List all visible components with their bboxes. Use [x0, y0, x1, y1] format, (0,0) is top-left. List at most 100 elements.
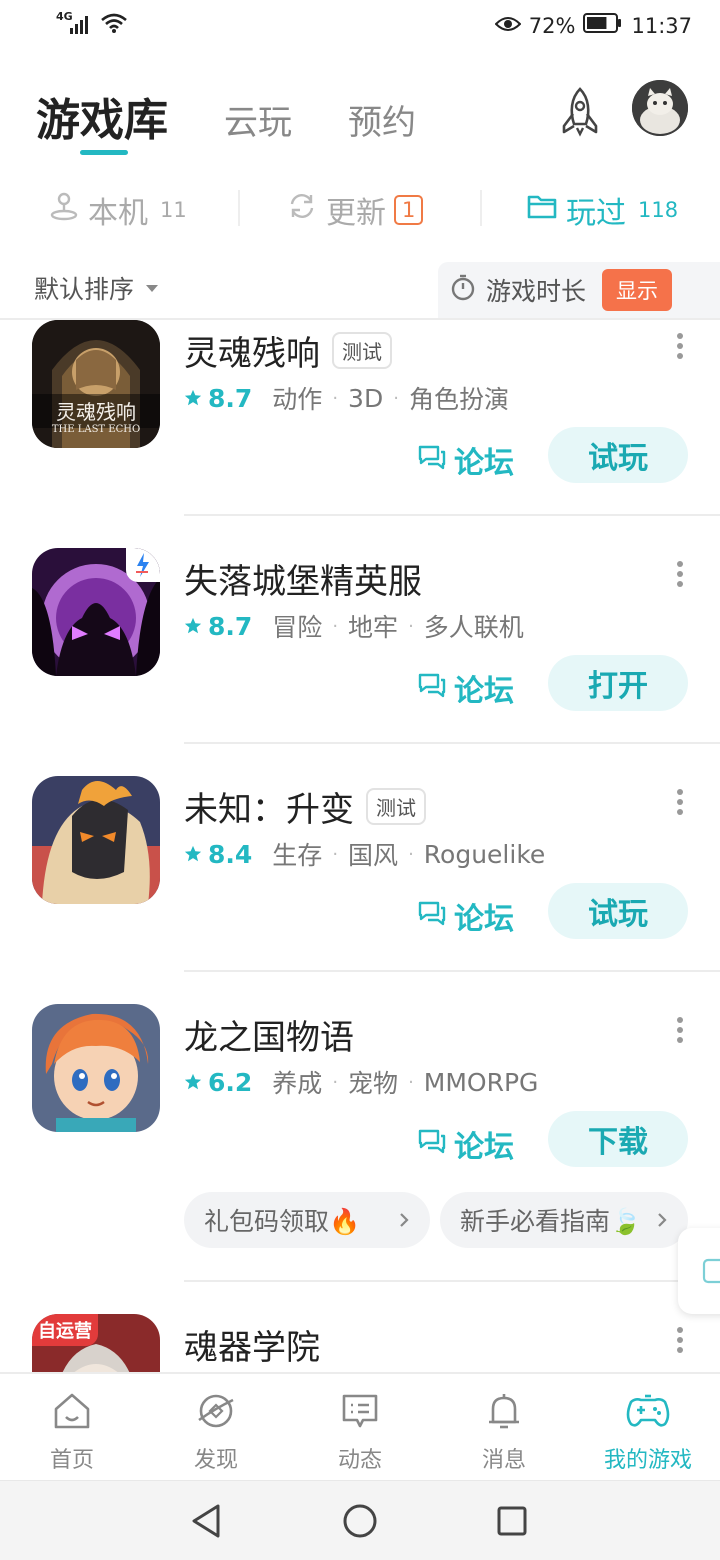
- divider: [480, 190, 482, 226]
- nav-label: 发现: [193, 1448, 238, 1473]
- chevron-right-icon: [656, 1206, 668, 1235]
- beta-tag: 测试: [332, 332, 392, 369]
- back-icon[interactable]: [188, 1503, 224, 1543]
- open-button[interactable]: 打开: [548, 655, 688, 711]
- chat-bubble-icon: [418, 443, 446, 478]
- tab-cloud-play[interactable]: 云玩: [224, 95, 292, 148]
- game-item[interactable]: 龙之国物语 6.2 养成 · 宠物 · MMORPG 论坛 下载 礼包码领取🔥 …: [0, 1004, 720, 1304]
- game-item[interactable]: 失落城堡精英服 8.7 冒险 · 地牢 · 多人联机 论坛 打开: [0, 548, 720, 776]
- nav-discover[interactable]: 发现: [156, 1390, 276, 1474]
- star-icon: [184, 840, 202, 869]
- divider: [184, 742, 720, 744]
- game-title[interactable]: 未知：升变: [184, 782, 354, 831]
- game-item[interactable]: 灵魂残响 THE LAST ECHO 灵魂残响 测试 8.7 动作 · 3D ·…: [0, 320, 720, 548]
- game-title[interactable]: 失落城堡精英服: [184, 554, 422, 603]
- game-title-row: 未知：升变 测试: [184, 782, 426, 831]
- game-title[interactable]: 龙之国物语: [184, 1010, 354, 1059]
- sort-label: 默认排序: [34, 275, 135, 304]
- playtime-label: 游戏时长: [486, 277, 587, 306]
- gift-code-chip[interactable]: 礼包码领取🔥: [184, 1192, 430, 1248]
- user-avatar[interactable]: [632, 80, 688, 136]
- separator-dot: ·: [332, 615, 339, 637]
- divider: [184, 514, 720, 516]
- more-options-icon[interactable]: [672, 788, 688, 816]
- game-icon-title: 灵魂残响: [56, 400, 136, 424]
- floating-side-button[interactable]: [678, 1228, 720, 1314]
- filter-played-count: 118: [638, 198, 679, 222]
- forum-button[interactable]: 论坛: [418, 666, 514, 710]
- wifi-icon: [100, 12, 128, 38]
- genre: 生存: [272, 841, 323, 870]
- filter-update[interactable]: 更新 1: [286, 188, 424, 232]
- beginner-guide-chip[interactable]: 新手必看指南🍃: [440, 1192, 688, 1248]
- more-options-icon[interactable]: [672, 332, 688, 360]
- tab-game-library[interactable]: 游戏库: [36, 84, 168, 148]
- genre: 养成: [272, 1069, 323, 1098]
- separator-dot: ·: [408, 615, 414, 637]
- show-playtime-button[interactable]: 显示: [602, 269, 673, 311]
- genre: 动作: [272, 385, 323, 414]
- chevron-right-icon: [398, 1206, 410, 1235]
- game-title[interactable]: 灵魂残响: [184, 326, 320, 375]
- forum-button[interactable]: 论坛: [418, 1122, 514, 1166]
- tab-reservation[interactable]: 预约: [348, 95, 416, 148]
- game-icon[interactable]: [32, 776, 160, 904]
- discover-icon: [195, 1390, 237, 1438]
- chip-label: 新手必看指南🍃: [460, 1207, 642, 1236]
- game-title[interactable]: 魂器学院: [184, 1320, 320, 1369]
- app-screen: 4G 72% 11:37 游戏库 云玩 预约 本机 11 更新 1 玩过 118…: [0, 0, 720, 1560]
- game-rating: 8.7: [208, 611, 253, 641]
- home-circle-icon[interactable]: [342, 1503, 378, 1543]
- nav-feed[interactable]: 动态: [300, 1390, 420, 1474]
- chat-bubble-icon: [418, 899, 446, 934]
- try-play-button[interactable]: 试玩: [548, 883, 688, 939]
- more-options-icon[interactable]: [672, 560, 688, 588]
- local-device-icon: [48, 190, 80, 230]
- game-icon[interactable]: [32, 1004, 160, 1132]
- separator-dot: ·: [408, 843, 414, 865]
- try-play-button[interactable]: 试玩: [548, 427, 688, 483]
- more-options-icon[interactable]: [672, 1016, 688, 1044]
- game-rating: 8.7: [208, 383, 253, 413]
- game-item[interactable]: 未知：升变 测试 8.4 生存 · 国风 · Roguelike 论坛 试玩: [0, 776, 720, 1004]
- chat-bubble-icon: [418, 1127, 446, 1162]
- filter-local-label: 本机: [88, 196, 148, 231]
- filter-local[interactable]: 本机 11: [48, 188, 187, 232]
- game-icon[interactable]: [32, 548, 160, 676]
- nav-home[interactable]: 首页: [12, 1390, 132, 1474]
- game-item[interactable]: 自运营 魂器学院: [0, 1310, 720, 1372]
- genre: 3D: [348, 383, 384, 413]
- separator-dot: ·: [332, 843, 339, 865]
- more-options-icon[interactable]: [672, 1326, 688, 1354]
- system-navigation-bar: [0, 1480, 720, 1560]
- forum-label: 论坛: [454, 674, 514, 709]
- star-icon: [184, 1068, 202, 1097]
- refresh-icon: [286, 190, 318, 230]
- playtime-toggle[interactable]: 游戏时长 显示: [438, 262, 720, 318]
- star-icon: [184, 384, 202, 413]
- chip-label: 礼包码领取🔥: [204, 1207, 361, 1236]
- filter-played[interactable]: 玩过 118: [526, 188, 678, 232]
- bottom-navigation: 首页 发现 动态 消息 我的游戏: [0, 1372, 720, 1480]
- rocket-icon[interactable]: [556, 86, 604, 138]
- gamepad-icon: [625, 1390, 671, 1438]
- forum-label: 论坛: [454, 446, 514, 481]
- game-meta: 8.4 生存 · 国风 · Roguelike: [184, 836, 545, 872]
- status-bar: 4G 72% 11:37: [0, 0, 720, 56]
- battery-percent: 72%: [528, 13, 576, 38]
- recents-icon[interactable]: [496, 1505, 528, 1541]
- beta-tag: 测试: [366, 788, 426, 825]
- game-icon[interactable]: 灵魂残响 THE LAST ECHO: [32, 320, 160, 448]
- download-button[interactable]: 下载: [548, 1111, 688, 1167]
- divider: [184, 1280, 720, 1282]
- sort-dropdown[interactable]: 默认排序: [34, 270, 159, 306]
- forum-button[interactable]: 论坛: [418, 438, 514, 482]
- game-list[interactable]: 灵魂残响 THE LAST ECHO 灵魂残响 测试 8.7 动作 · 3D ·…: [0, 320, 720, 1372]
- genre: 宠物: [348, 1069, 399, 1098]
- game-icon[interactable]: 自运营: [32, 1314, 160, 1372]
- nav-my-games[interactable]: 我的游戏: [588, 1390, 708, 1474]
- forum-button[interactable]: 论坛: [418, 894, 514, 938]
- star-icon: [184, 612, 202, 641]
- filter-update-label: 更新: [326, 196, 386, 231]
- nav-messages[interactable]: 消息: [444, 1390, 564, 1474]
